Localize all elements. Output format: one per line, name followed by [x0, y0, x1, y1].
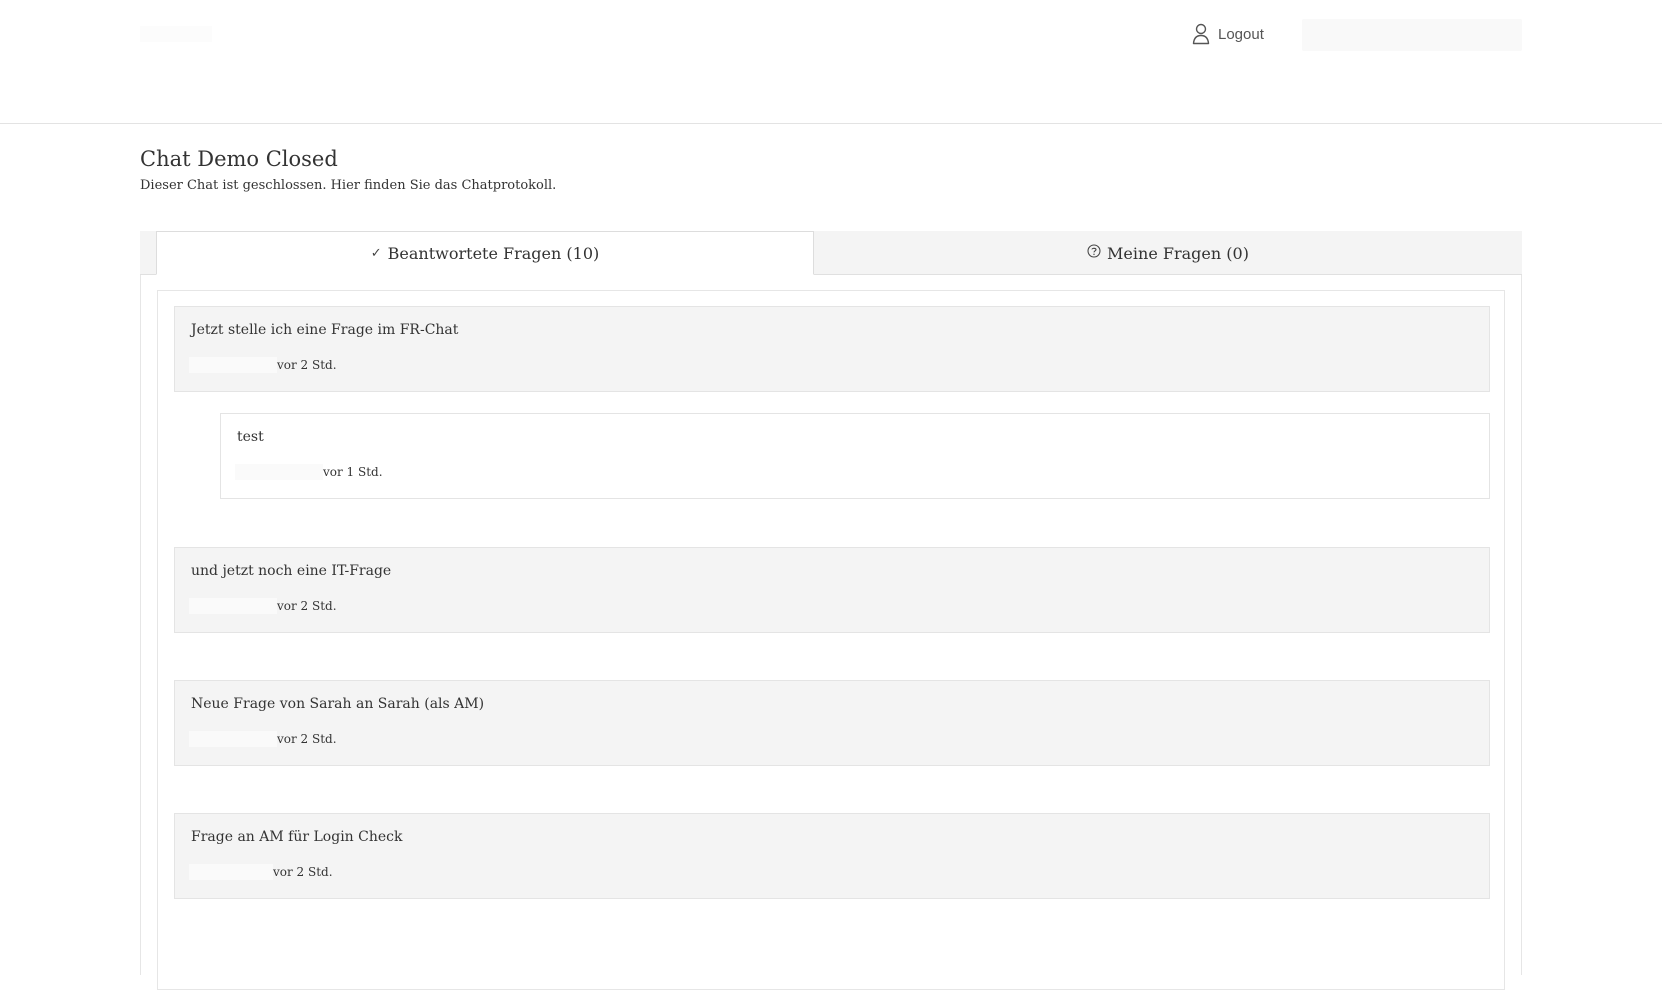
author-name — [189, 864, 273, 880]
logout-button[interactable]: Logout — [1192, 23, 1264, 45]
logo[interactable] — [140, 26, 212, 42]
answer-text: test — [237, 429, 264, 445]
question-text: Jetzt stelle ich eine Frage im FR-Chat — [191, 322, 459, 338]
question-circle-icon — [1087, 244, 1101, 262]
checkmark-icon: ✓ — [370, 245, 382, 261]
site-header: Logout — [0, 0, 1662, 124]
question-item: Neue Frage von Sarah an Sarah (als AM) v… — [174, 680, 1490, 766]
question-item: Frage an AM für Login Check vor 2 Std. — [174, 813, 1490, 899]
answer-meta: vor 1 Std. — [235, 464, 383, 480]
page-title: Chat Demo Closed — [140, 147, 338, 171]
question-item: und jetzt noch eine IT-Frage vor 2 Std. — [174, 547, 1490, 633]
user-icon — [1192, 23, 1210, 45]
tab-bar: ✓ Beantwortete Fragen (10) Meine Fragen … — [140, 231, 1522, 275]
header-user-field[interactable] — [1302, 19, 1522, 51]
timestamp: vor 2 Std. — [273, 865, 333, 879]
question-text: Neue Frage von Sarah an Sarah (als AM) — [191, 696, 485, 712]
question-meta: vor 2 Std. — [189, 731, 337, 747]
timestamp: vor 2 Std. — [277, 599, 337, 613]
question-meta: vor 2 Std. — [189, 598, 337, 614]
answer-item: test vor 1 Std. — [220, 413, 1490, 499]
timestamp: vor 2 Std. — [277, 358, 337, 372]
page-subtitle: Dieser Chat ist geschlossen. Hier finden… — [140, 178, 557, 193]
question-meta: vor 2 Std. — [189, 357, 337, 373]
timestamp: vor 2 Std. — [277, 732, 337, 746]
timestamp: vor 1 Std. — [323, 465, 383, 479]
answered-questions-panel: Jetzt stelle ich eine Frage im FR-Chat v… — [140, 275, 1522, 990]
tab-answered-label: Beantwortete Fragen (10) — [387, 243, 600, 263]
chat-log: Jetzt stelle ich eine Frage im FR-Chat v… — [157, 290, 1505, 990]
tab-my-questions[interactable]: Meine Fragen (0) — [814, 231, 1522, 275]
question-meta: vor 2 Std. — [189, 864, 333, 880]
tab-answered-questions[interactable]: ✓ Beantwortete Fragen (10) — [156, 231, 814, 275]
question-text: Frage an AM für Login Check — [191, 829, 403, 845]
question-text: und jetzt noch eine IT-Frage — [191, 563, 392, 579]
tab-mine-label: Meine Fragen (0) — [1107, 243, 1249, 263]
logout-label: Logout — [1218, 25, 1264, 43]
author-name — [189, 357, 277, 373]
question-item: Jetzt stelle ich eine Frage im FR-Chat v… — [174, 306, 1490, 392]
author-name — [235, 464, 323, 480]
author-name — [189, 598, 277, 614]
author-name — [189, 731, 277, 747]
